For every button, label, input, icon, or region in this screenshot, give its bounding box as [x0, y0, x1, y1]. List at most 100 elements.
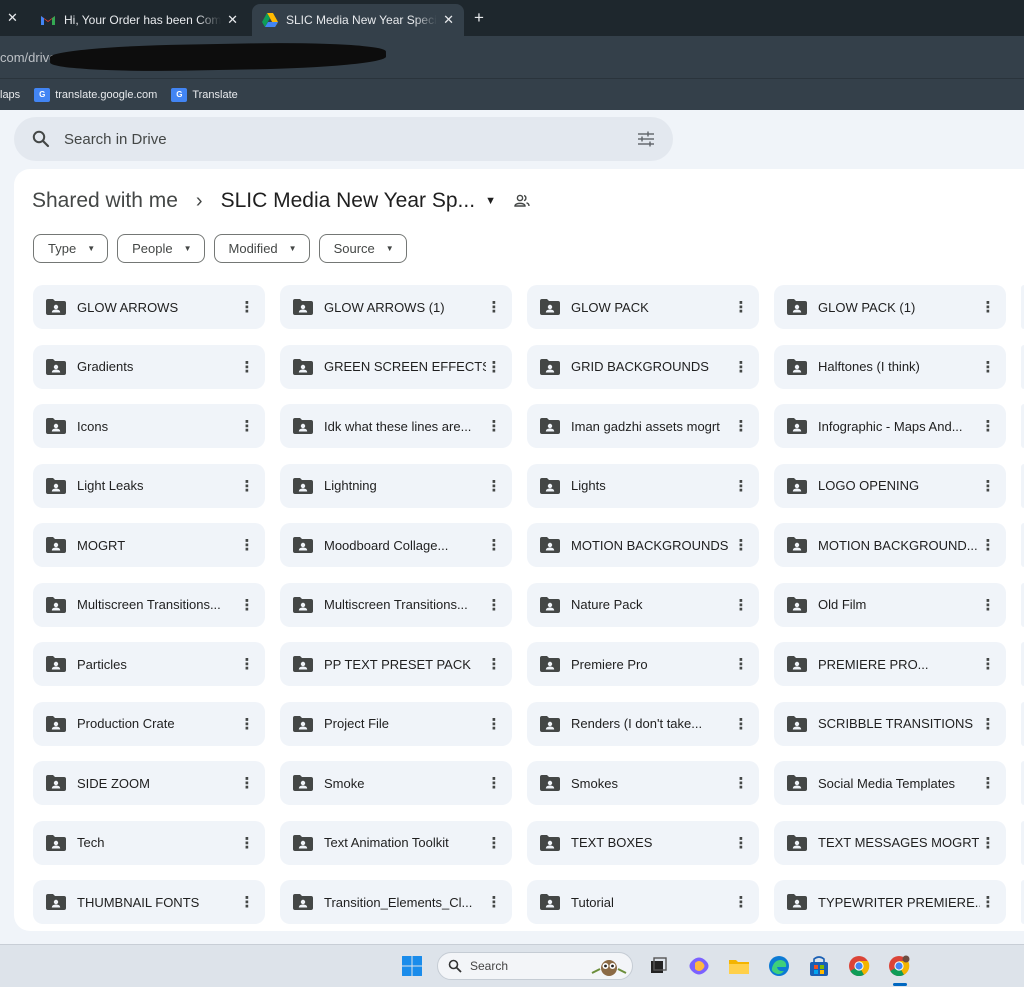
more-options-icon[interactable]: ⋮ [486, 715, 502, 733]
microsoft-store-icon[interactable] [808, 955, 830, 977]
edge-browser-icon[interactable] [768, 955, 790, 977]
folder-item[interactable]: Multiscreen Transitions... ⋮ [280, 582, 512, 627]
more-options-icon[interactable]: ⋮ [486, 834, 502, 852]
more-options-icon[interactable]: ⋮ [733, 477, 749, 495]
file-explorer-icon[interactable] [728, 955, 750, 977]
drive-search-bar[interactable]: Search in Drive [14, 117, 673, 161]
folder-item[interactable]: Idk what these lines are... ⋮ [280, 404, 512, 448]
task-view-icon[interactable] [647, 955, 669, 977]
folder-item[interactable]: Lightning ⋮ [280, 463, 512, 508]
folder-item[interactable]: MOGRT ⋮ [33, 523, 265, 567]
folder-item[interactable]: SIDE ZOOM ⋮ [33, 761, 265, 805]
more-options-icon[interactable]: ⋮ [980, 715, 996, 733]
folder-item[interactable]: TEXT BOXES ⋮ [527, 820, 759, 865]
tab-drive[interactable]: SLIC Media New Year Special Pack ✕ [252, 4, 464, 36]
more-options-icon[interactable]: ⋮ [733, 358, 749, 376]
folder-item[interactable]: THUMBNAIL FONTS ⋮ [33, 880, 265, 924]
more-options-icon[interactable]: ⋮ [239, 834, 255, 852]
more-options-icon[interactable]: ⋮ [733, 893, 749, 911]
folder-item[interactable]: Premiere Pro ⋮ [527, 642, 759, 686]
folder-item[interactable]: Halftones (I think) ⋮ [774, 344, 1006, 389]
folder-item[interactable]: SCRIBBLE TRANSITIONS ⋮ [774, 701, 1006, 746]
more-options-icon[interactable]: ⋮ [980, 834, 996, 852]
more-options-icon[interactable]: ⋮ [980, 417, 996, 435]
chrome-icon[interactable] [848, 955, 870, 977]
windows-start-icon[interactable] [401, 955, 423, 977]
more-options-icon[interactable]: ⋮ [733, 536, 749, 554]
chrome-profile-icon[interactable] [888, 955, 910, 977]
more-options-icon[interactable]: ⋮ [733, 298, 749, 316]
folder-item[interactable]: Transition_Elements_Cl... ⋮ [280, 880, 512, 924]
more-options-icon[interactable]: ⋮ [239, 893, 255, 911]
more-options-icon[interactable]: ⋮ [980, 358, 996, 376]
search-icon[interactable] [32, 130, 50, 148]
folder-item[interactable]: PREMIERE PRO... ⋮ [774, 642, 1006, 686]
more-options-icon[interactable]: ⋮ [733, 596, 749, 614]
caret-down-icon[interactable]: ▼ [485, 195, 496, 207]
search-options-icon[interactable] [637, 131, 655, 147]
folder-item[interactable]: Old Film ⋮ [774, 582, 1006, 627]
more-options-icon[interactable]: ⋮ [733, 417, 749, 435]
bookmark-maps[interactable]: laps [0, 89, 20, 101]
breadcrumb-current-folder[interactable]: SLIC Media New Year Sp... [221, 189, 475, 213]
more-options-icon[interactable]: ⋮ [239, 774, 255, 792]
folder-item[interactable]: Particles ⋮ [33, 642, 265, 686]
more-options-icon[interactable]: ⋮ [980, 477, 996, 495]
folder-item[interactable]: Social Media Templates ⋮ [774, 761, 1006, 805]
more-options-icon[interactable]: ⋮ [486, 596, 502, 614]
more-options-icon[interactable]: ⋮ [980, 655, 996, 673]
filter-source[interactable]: Source ▼ [318, 234, 407, 263]
close-tab-icon[interactable]: ✕ [7, 10, 18, 26]
folder-item[interactable]: Tutorial ⋮ [527, 880, 759, 924]
folder-item[interactable]: Smokes ⋮ [527, 761, 759, 805]
folder-item[interactable]: Tech ⋮ [33, 820, 265, 865]
more-options-icon[interactable]: ⋮ [980, 774, 996, 792]
more-options-icon[interactable]: ⋮ [980, 298, 996, 316]
filter-people[interactable]: People ▼ [117, 234, 205, 263]
tab-close-icon[interactable]: ✕ [227, 12, 238, 28]
more-options-icon[interactable]: ⋮ [733, 834, 749, 852]
folder-item[interactable]: Iman gadzhi assets mogrt ⋮ [527, 404, 759, 448]
folder-item[interactable]: GRID BACKGROUNDS ⋮ [527, 344, 759, 389]
more-options-icon[interactable]: ⋮ [486, 417, 502, 435]
more-options-icon[interactable]: ⋮ [486, 298, 502, 316]
more-options-icon[interactable]: ⋮ [486, 655, 502, 673]
more-options-icon[interactable]: ⋮ [239, 477, 255, 495]
folder-item[interactable]: Lights ⋮ [527, 463, 759, 508]
folder-item[interactable]: MOTION BACKGROUNDS ⋮ [527, 523, 759, 567]
more-options-icon[interactable]: ⋮ [239, 358, 255, 376]
more-options-icon[interactable]: ⋮ [733, 774, 749, 792]
more-options-icon[interactable]: ⋮ [486, 536, 502, 554]
more-options-icon[interactable]: ⋮ [239, 715, 255, 733]
folder-item[interactable]: Moodboard Collage... ⋮ [280, 523, 512, 567]
breadcrumb-shared-with-me[interactable]: Shared with me [32, 189, 178, 213]
filter-modified[interactable]: Modified ▼ [213, 234, 310, 263]
folder-item[interactable]: GLOW PACK ⋮ [527, 285, 759, 329]
folder-item[interactable]: GLOW ARROWS ⋮ [33, 285, 265, 329]
filter-type[interactable]: Type ▼ [33, 234, 109, 263]
tab-close-icon[interactable]: ✕ [443, 12, 454, 28]
shared-people-icon[interactable] [514, 194, 530, 208]
folder-item[interactable]: GLOW ARROWS (1) ⋮ [280, 285, 512, 329]
folder-item[interactable]: Multiscreen Transitions... ⋮ [33, 582, 265, 627]
copilot-icon[interactable] [688, 955, 710, 977]
more-options-icon[interactable]: ⋮ [239, 655, 255, 673]
more-options-icon[interactable]: ⋮ [486, 477, 502, 495]
bookmark-translate[interactable]: G Translate [171, 87, 238, 102]
url-text[interactable]: com/drive [0, 50, 56, 65]
more-options-icon[interactable]: ⋮ [486, 358, 502, 376]
bookmark-translate-site[interactable]: G translate.google.com [34, 87, 157, 102]
folder-item[interactable]: Text Animation Toolkit ⋮ [280, 820, 512, 865]
more-options-icon[interactable]: ⋮ [980, 536, 996, 554]
folder-item[interactable]: Project File ⋮ [280, 701, 512, 746]
folder-item[interactable]: Infographic - Maps And... ⋮ [774, 404, 1006, 448]
more-options-icon[interactable]: ⋮ [733, 715, 749, 733]
folder-item[interactable]: GREEN SCREEN EFFECTS ⋮ [280, 344, 512, 389]
search-input[interactable]: Search in Drive [64, 131, 637, 148]
more-options-icon[interactable]: ⋮ [486, 893, 502, 911]
tab-gmail[interactable]: Hi, Your Order has been Complete ✕ [30, 4, 248, 36]
more-options-icon[interactable]: ⋮ [239, 596, 255, 614]
more-options-icon[interactable]: ⋮ [980, 596, 996, 614]
new-tab-button[interactable]: + [474, 8, 484, 28]
folder-item[interactable]: PP TEXT PRESET PACK ⋮ [280, 642, 512, 686]
